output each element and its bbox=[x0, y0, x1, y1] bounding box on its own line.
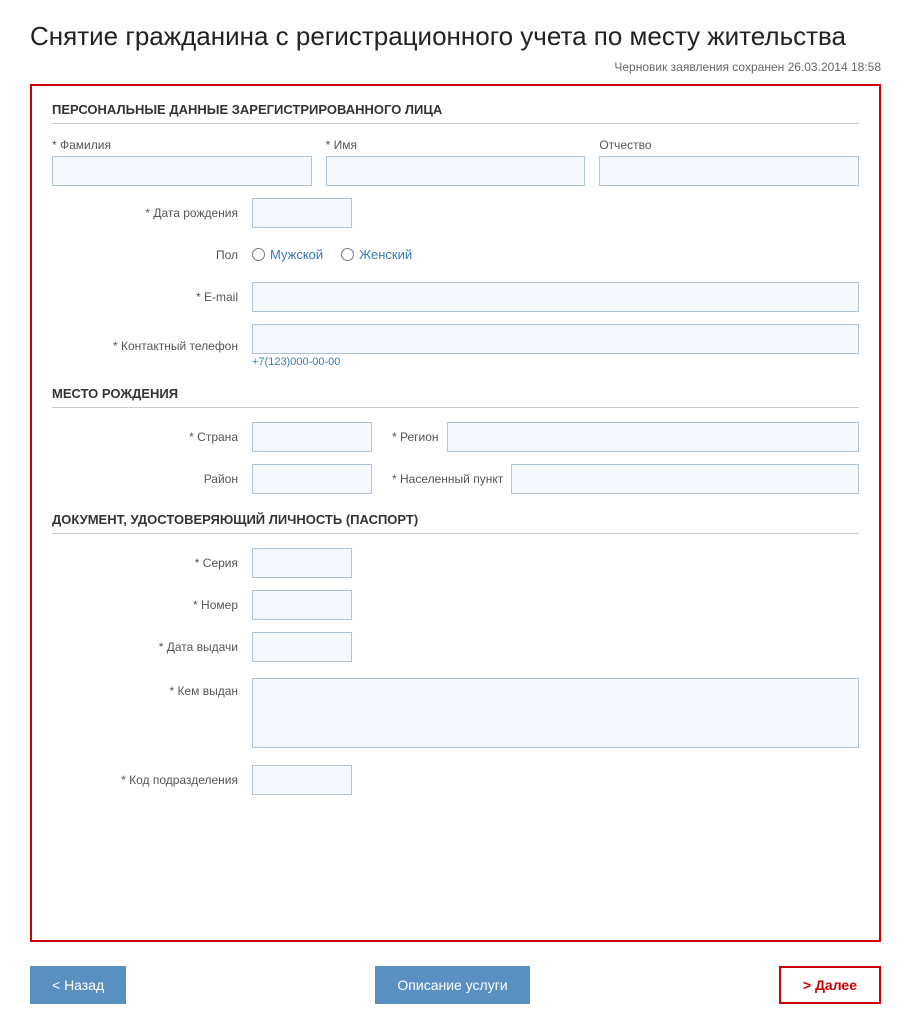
subdivision-code-input[interactable] bbox=[252, 765, 352, 795]
birthdate-field bbox=[252, 198, 859, 228]
issue-date-row: * Дата выдачи bbox=[52, 632, 859, 662]
number-row: * Номер bbox=[52, 590, 859, 620]
passport-title: ДОКУМЕНТ, УДОСТОВЕРЯЮЩИЙ ЛИЧНОСТЬ (ПАСПО… bbox=[52, 512, 859, 534]
gender-female-label: Женский bbox=[359, 247, 412, 262]
issued-by-field bbox=[252, 678, 859, 753]
series-label: * Серия bbox=[52, 556, 252, 570]
gender-male-option[interactable]: Мужской bbox=[252, 247, 323, 262]
gender-male-radio[interactable] bbox=[252, 248, 265, 261]
email-row: * E-mail bbox=[52, 282, 859, 312]
series-input[interactable] bbox=[252, 548, 352, 578]
birthdate-label: * Дата рождения bbox=[52, 206, 252, 220]
locality-label: * Населенный пункт bbox=[392, 472, 503, 486]
gender-female-option[interactable]: Женский bbox=[341, 247, 412, 262]
district-label: Район bbox=[52, 472, 252, 486]
issued-by-textarea[interactable] bbox=[252, 678, 859, 748]
number-field bbox=[252, 590, 859, 620]
surname-input[interactable] bbox=[52, 156, 312, 186]
name-input[interactable] bbox=[326, 156, 586, 186]
gender-label: Пол bbox=[52, 248, 252, 262]
personal-data-title: ПЕРСОНАЛЬНЫЕ ДАННЫЕ ЗАРЕГИСТРИРОВАННОГО … bbox=[52, 102, 859, 124]
region-input[interactable] bbox=[447, 422, 859, 452]
passport-section: ДОКУМЕНТ, УДОСТОВЕРЯЮЩИЙ ЛИЧНОСТЬ (ПАСПО… bbox=[52, 512, 859, 795]
subdivision-code-row: * Код подразделения bbox=[52, 765, 859, 795]
gender-row: Пол Мужской Женский bbox=[52, 240, 859, 270]
issue-date-input[interactable] bbox=[252, 632, 352, 662]
issue-date-label: * Дата выдачи bbox=[52, 640, 252, 654]
surname-col: * Фамилия bbox=[52, 138, 312, 186]
form-container: ПЕРСОНАЛЬНЫЕ ДАННЫЕ ЗАРЕГИСТРИРОВАННОГО … bbox=[30, 84, 881, 942]
personal-data-section: ПЕРСОНАЛЬНЫЕ ДАННЫЕ ЗАРЕГИСТРИРОВАННОГО … bbox=[52, 102, 859, 368]
series-field bbox=[252, 548, 859, 578]
country-region-row: * Страна * Регион bbox=[52, 422, 859, 452]
number-label: * Номер bbox=[52, 598, 252, 612]
footer-bar: < Назад Описание услуги > Далее bbox=[30, 952, 881, 1024]
region-label: * Регион bbox=[392, 430, 439, 444]
email-label: * E-mail bbox=[52, 290, 252, 304]
issued-by-row: * Кем выдан bbox=[52, 674, 859, 753]
description-button[interactable]: Описание услуги bbox=[375, 966, 529, 1004]
email-input[interactable] bbox=[252, 282, 859, 312]
phone-input[interactable] bbox=[252, 324, 859, 354]
patronymic-input[interactable] bbox=[599, 156, 859, 186]
locality-input[interactable] bbox=[511, 464, 859, 494]
issued-by-label: * Кем выдан bbox=[52, 678, 252, 698]
gender-male-label: Мужской bbox=[270, 247, 323, 262]
radio-group: Мужской Женский bbox=[252, 240, 859, 270]
phone-hint: +7(123)000-00-00 bbox=[252, 356, 859, 368]
patronymic-col: Отчество bbox=[599, 138, 859, 186]
surname-label: * Фамилия bbox=[52, 138, 312, 152]
subdivision-code-label: * Код подразделения bbox=[52, 773, 252, 787]
subdivision-code-field bbox=[252, 765, 859, 795]
district-input[interactable] bbox=[252, 464, 372, 494]
birthdate-row: * Дата рождения bbox=[52, 198, 859, 228]
phone-row: * Контактный телефон +7(123)000-00-00 bbox=[52, 324, 859, 368]
next-button[interactable]: > Далее bbox=[779, 966, 881, 1004]
country-label: * Страна bbox=[52, 430, 252, 444]
page-title: Снятие гражданина с регистрационного уче… bbox=[30, 20, 881, 54]
series-row: * Серия bbox=[52, 548, 859, 578]
birthdate-input[interactable] bbox=[252, 198, 352, 228]
district-locality-row: Район * Населенный пункт bbox=[52, 464, 859, 494]
draft-info: Черновик заявления сохранен 26.03.2014 1… bbox=[30, 60, 881, 74]
country-input[interactable] bbox=[252, 422, 372, 452]
back-button[interactable]: < Назад bbox=[30, 966, 126, 1004]
issue-date-field bbox=[252, 632, 859, 662]
birthplace-section: МЕСТО РОЖДЕНИЯ * Страна * Регион Район bbox=[52, 386, 859, 494]
email-field-wrapper bbox=[252, 282, 859, 312]
birthplace-title: МЕСТО РОЖДЕНИЯ bbox=[52, 386, 859, 408]
name-row: * Фамилия * Имя Отчество bbox=[52, 138, 859, 186]
gender-field: Мужской Женский bbox=[252, 240, 859, 270]
number-input[interactable] bbox=[252, 590, 352, 620]
gender-female-radio[interactable] bbox=[341, 248, 354, 261]
name-col: * Имя bbox=[326, 138, 586, 186]
phone-label: * Контактный телефон bbox=[52, 339, 252, 353]
name-label: * Имя bbox=[326, 138, 586, 152]
phone-field-wrapper: +7(123)000-00-00 bbox=[252, 324, 859, 368]
patronymic-label: Отчество bbox=[599, 138, 859, 152]
